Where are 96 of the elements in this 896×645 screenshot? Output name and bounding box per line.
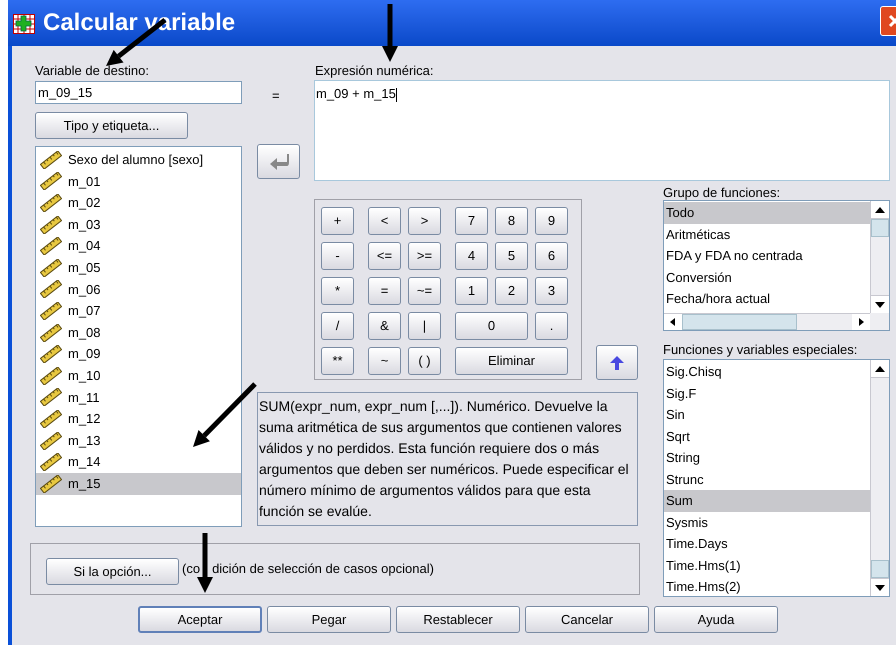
function-group-item[interactable]: Aritméticas (664, 224, 870, 246)
function-group-item[interactable]: Fecha/hora actual (664, 288, 870, 310)
keypad-key[interactable]: - (321, 242, 354, 270)
annotation-arrow (382, 4, 398, 62)
keypad-key[interactable]: 2 (495, 277, 528, 305)
scroll-thumb[interactable] (871, 560, 889, 578)
keypad-key[interactable]: * (321, 277, 354, 305)
keypad-key[interactable]: > (408, 207, 441, 235)
variable-item[interactable]: m_06 (36, 278, 241, 300)
keypad-key[interactable]: | (408, 312, 441, 340)
keypad-key[interactable]: ** (321, 347, 354, 375)
function-item[interactable]: Sum (664, 490, 870, 512)
variable-item[interactable]: m_05 (36, 256, 241, 279)
keypad-key[interactable]: / (321, 312, 354, 340)
keypad-key[interactable]: ~ (368, 347, 401, 375)
horizontal-scroll-bar[interactable] (664, 313, 870, 330)
variable-item[interactable]: m_04 (36, 235, 241, 257)
variable-item[interactable]: m_03 (36, 214, 241, 236)
functions-label: Funciones y variables especiales: (663, 342, 858, 357)
keypad-key[interactable]: ~= (408, 277, 441, 305)
function-item[interactable]: Time.Hms(1) (664, 554, 870, 576)
keypad-key[interactable]: 3 (535, 277, 568, 305)
scroll-right-icon[interactable] (852, 314, 870, 330)
if-option-button[interactable]: Si la opción... (46, 558, 179, 585)
scroll-bar[interactable] (870, 201, 889, 313)
function-item[interactable]: Sig.F (664, 382, 870, 404)
dialog-button[interactable]: Cancelar (525, 606, 649, 633)
function-item[interactable]: Time.Hms(2) (664, 576, 870, 596)
curved-arrow-icon (268, 154, 288, 170)
move-up-button[interactable] (596, 345, 638, 380)
variable-item[interactable]: m_10 (36, 364, 241, 387)
up-arrow-icon (610, 356, 624, 370)
keypad-key[interactable]: + (321, 207, 354, 235)
annotation-arrow (193, 382, 257, 447)
keypad-key[interactable]: 8 (495, 207, 528, 235)
variable-item[interactable]: m_15 (36, 472, 241, 494)
scroll-thumb[interactable] (871, 219, 889, 237)
variable-item[interactable]: m_02 (36, 192, 241, 214)
dialog-button[interactable]: Restablecer (396, 606, 520, 633)
function-item[interactable]: Sin (664, 404, 870, 426)
keypad-key[interactable]: 4 (455, 242, 488, 270)
variable-item[interactable]: m_08 (36, 322, 241, 344)
equals-sign: = (271, 87, 281, 105)
keypad-key[interactable]: & (368, 312, 401, 340)
scroll-up-icon[interactable] (871, 201, 889, 219)
type-label-button[interactable]: Tipo y etiqueta... (35, 112, 188, 139)
app-icon (13, 14, 35, 34)
scroll-down-icon[interactable] (871, 295, 889, 313)
function-group-item[interactable]: Todo (664, 202, 870, 224)
function-description: SUM(expr_num, expr_num [,...]). Numérico. Devuelve la suma aritmética de sus argumentos que contienen valores válidos y no perdidos. Esta función requiere dos o más argumentos que deben ser numéricos. Puede especificar el número mínimo de argumentos válidos para que esta función se evalúe. (257, 392, 638, 526)
condition-note: dición de selección de casos opcional) (212, 560, 434, 578)
dialog-button[interactable]: Ayuda (654, 606, 778, 633)
keypad-key[interactable]: 6 (535, 242, 568, 270)
keypad-key[interactable]: Eliminar (455, 347, 568, 375)
scroll-left-icon[interactable] (664, 314, 682, 330)
variable-item[interactable]: m_09 (36, 343, 241, 365)
keypad-key[interactable]: 5 (495, 242, 528, 270)
keypad-key[interactable]: ( ) (408, 347, 441, 375)
keypad-key[interactable]: 9 (535, 207, 568, 235)
keypad-key[interactable]: 7 (455, 207, 488, 235)
variable-item[interactable]: m_13 (36, 430, 241, 452)
target-field[interactable]: m_09_15 (35, 81, 242, 104)
function-item[interactable]: Sig.Chisq (664, 361, 870, 382)
variable-item[interactable]: m_01 (36, 170, 241, 192)
variable-item[interactable]: m_11 (36, 386, 241, 408)
function-item[interactable]: String (664, 447, 870, 468)
target-label: Variable de destino: (35, 62, 150, 80)
move-into-expression-button[interactable] (257, 144, 300, 179)
keypad-key[interactable]: <= (368, 242, 401, 270)
variable-item[interactable]: Sexo del alumno [sexo] (36, 149, 241, 171)
scroll-bar[interactable] (870, 360, 889, 596)
keypad-key[interactable]: >= (408, 242, 441, 270)
function-group-item[interactable]: FDA y FDA no centrada (664, 245, 870, 267)
keypad-key[interactable]: < (368, 207, 401, 235)
scroll-thumb[interactable] (682, 314, 797, 330)
scroll-corner (870, 313, 889, 330)
variable-item[interactable]: m_14 (36, 451, 241, 473)
keypad-key[interactable]: . (535, 312, 568, 340)
function-item[interactable]: Sysmis (664, 512, 870, 533)
keypad-key[interactable]: = (368, 277, 401, 305)
condition-note: (co (182, 560, 200, 578)
expression-label: Expresión numérica: (314, 62, 434, 80)
expression-field[interactable]: m_09 + m_15 (314, 80, 890, 181)
keypad-key[interactable]: 1 (455, 277, 488, 305)
variable-item[interactable]: m_12 (36, 408, 241, 430)
dialog-button[interactable]: Aceptar (138, 606, 262, 633)
dialog-button[interactable]: Pegar (267, 606, 391, 633)
function-item[interactable]: Time.Days (664, 533, 870, 554)
function-item[interactable]: Strunc (664, 468, 870, 490)
scroll-down-icon[interactable] (871, 578, 889, 596)
function-group-label: Grupo de funciones: (663, 185, 782, 200)
function-item[interactable]: Sqrt (664, 426, 870, 447)
function-group-item[interactable]: Conversión (664, 266, 870, 288)
scroll-up-icon[interactable] (871, 360, 889, 378)
variable-item[interactable]: m_07 (36, 300, 241, 322)
keypad-key[interactable]: 0 (455, 312, 528, 340)
